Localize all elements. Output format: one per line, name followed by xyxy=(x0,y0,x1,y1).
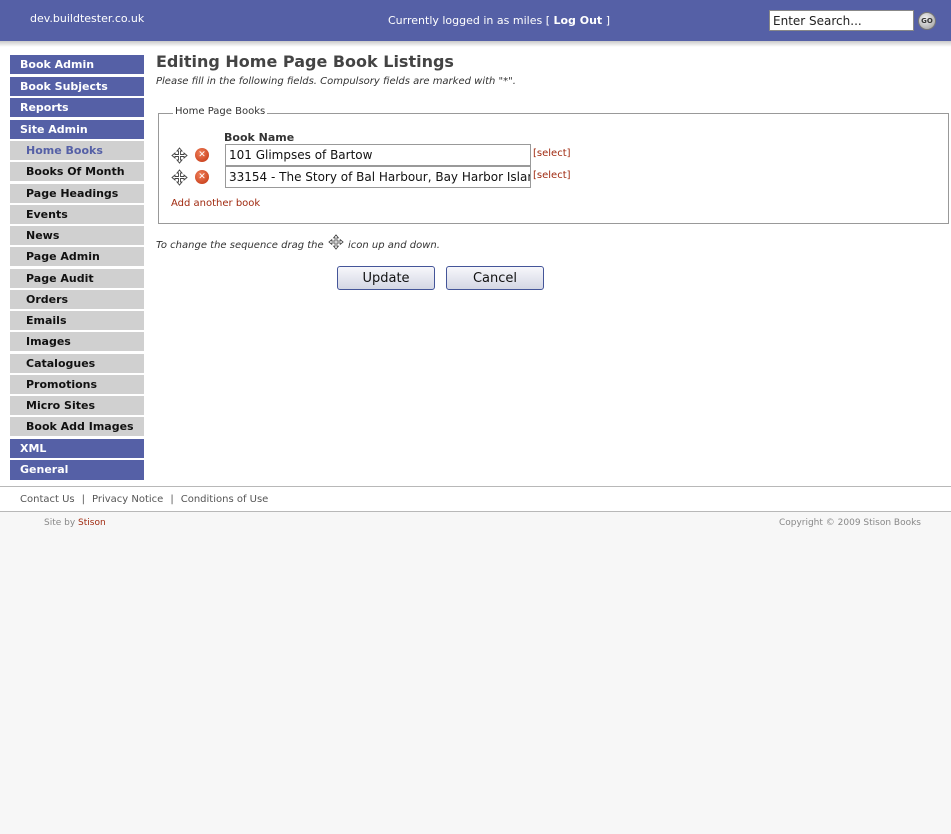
sidebar-item-images[interactable]: Images xyxy=(10,332,144,353)
sidebar-item-books-of-month[interactable]: Books Of Month xyxy=(10,162,144,183)
sidebar-item-news[interactable]: News xyxy=(10,226,144,247)
add-another-book-link[interactable]: Add another book xyxy=(171,198,260,209)
sidebar-item-book-admin[interactable]: Book Admin xyxy=(10,55,144,76)
sidebar-item-micro-sites[interactable]: Micro Sites xyxy=(10,396,144,417)
site-credit: Site by Stison xyxy=(44,518,106,528)
move-icon[interactable] xyxy=(171,169,188,186)
sidebar-item-general[interactable]: General xyxy=(10,460,144,481)
go-button[interactable]: GO xyxy=(918,12,936,30)
sidebar-item-book-subjects[interactable]: Book Subjects xyxy=(10,76,144,97)
login-suffix: ] xyxy=(602,14,610,27)
footer-links: Contact Us | Privacy Notice | Conditions of … xyxy=(0,487,951,511)
sidebar-item-promotions[interactable]: Promotions xyxy=(10,374,144,395)
sidebar-item-site-admin[interactable]: Site Admin xyxy=(10,119,144,140)
sidebar-item-reports[interactable]: Reports xyxy=(10,98,144,119)
credit-link[interactable]: Stison xyxy=(78,518,106,528)
move-icon[interactable] xyxy=(171,147,188,164)
sidebar-item-xml[interactable]: XML xyxy=(10,438,144,459)
sidebar-item-page-audit[interactable]: Page Audit xyxy=(10,268,144,289)
footer-separator: | xyxy=(81,494,85,505)
sidebar-item-events[interactable]: Events xyxy=(10,204,144,225)
logout-link[interactable]: Log Out xyxy=(553,14,602,27)
footer-link-contact[interactable]: Contact Us xyxy=(20,494,75,505)
fieldset-legend: Home Page Books xyxy=(173,106,268,117)
login-prefix: Currently logged in as miles [ xyxy=(388,14,554,27)
hint-text-before: To change the sequence drag the xyxy=(156,240,327,251)
page-title: Editing Home Page Book Listings xyxy=(156,52,454,71)
select-link[interactable]: [select] xyxy=(533,148,571,159)
footer-link-privacy[interactable]: Privacy Notice xyxy=(92,494,163,505)
footer-link-conditions[interactable]: Conditions of Use xyxy=(181,494,269,505)
sidebar-item-book-add-images[interactable]: Book Add Images xyxy=(10,417,144,438)
site-domain: dev.buildtester.co.uk xyxy=(30,12,145,25)
footer-separator: | xyxy=(170,494,174,505)
book-name-field[interactable]: 101 Glimpses of Bartow xyxy=(225,144,531,166)
book-name-header: Book Name xyxy=(224,131,295,144)
search-input[interactable] xyxy=(769,10,914,31)
sidebar-item-page-admin[interactable]: Page Admin xyxy=(10,247,144,268)
sidebar-item-emails[interactable]: Emails xyxy=(10,311,144,332)
delete-icon[interactable]: ✕ xyxy=(195,170,209,184)
hint-text-after: icon up and down. xyxy=(344,240,440,251)
cancel-button[interactable]: Cancel xyxy=(446,266,544,290)
move-icon xyxy=(328,234,344,250)
form-instructions: Please fill in the following fields. Com… xyxy=(156,76,516,87)
sidebar-item-page-headings[interactable]: Page Headings xyxy=(10,183,144,204)
delete-icon[interactable]: ✕ xyxy=(195,148,209,162)
sequence-hint: To change the sequence drag the icon up … xyxy=(156,234,440,251)
select-link[interactable]: [select] xyxy=(533,170,571,181)
credit-prefix: Site by xyxy=(44,518,79,528)
sidebar-nav: Book Admin Book Subjects Reports Site Admin… xyxy=(10,55,144,482)
sidebar-item-home-books[interactable]: Home Books xyxy=(10,141,144,162)
footer-divider xyxy=(0,511,951,512)
login-status: Currently logged in as miles [ Log Out ] xyxy=(388,14,610,27)
sidebar-item-orders[interactable]: Orders xyxy=(10,289,144,310)
book-name-field[interactable]: 33154 - The Story of Bal Harbour, Bay Ha… xyxy=(225,166,531,188)
sidebar-item-catalogues[interactable]: Catalogues xyxy=(10,353,144,374)
copyright: Copyright © 2009 Stison Books xyxy=(778,518,921,528)
update-button[interactable]: Update xyxy=(337,266,435,290)
